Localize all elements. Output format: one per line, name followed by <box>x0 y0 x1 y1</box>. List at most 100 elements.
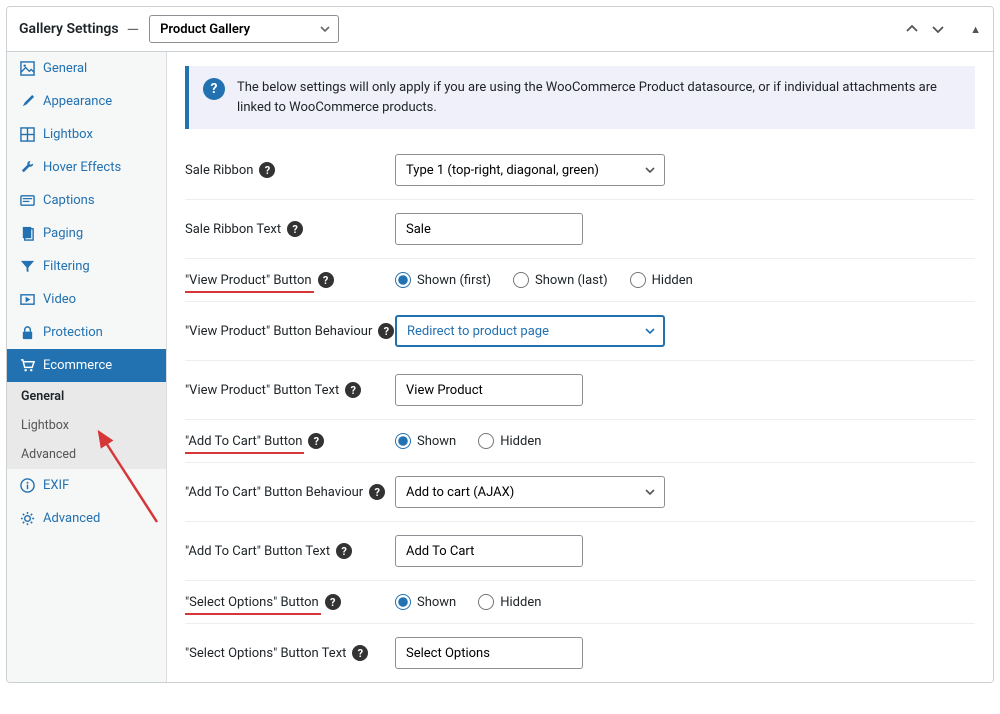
label-view-product-text: "View Product" Button Text <box>185 383 339 398</box>
row-sale-ribbon-text: Sale Ribbon Text ? <box>185 200 975 259</box>
help-icon[interactable]: ? <box>259 162 275 178</box>
label-select-options-text: "Select Options" Button Text <box>185 646 346 661</box>
sidebar-item-general[interactable]: General <box>7 52 166 85</box>
help-icon[interactable]: ? <box>336 543 352 559</box>
select-sale-ribbon[interactable]: Type 1 (top-right, diagonal, green) <box>395 154 665 186</box>
input-add-to-cart-text[interactable] <box>395 535 583 567</box>
sidebar-item-label: EXIF <box>43 478 69 493</box>
sidebar-sub-lightbox[interactable]: Lightbox <box>7 411 166 440</box>
select-add-to-cart-behaviour[interactable]: Add to cart (AJAX) <box>395 476 665 508</box>
settings-main: ? The below settings will only apply if … <box>167 52 993 682</box>
row-select-options-text: "Select Options" Button Text ? <box>185 624 975 682</box>
radio-sob-shown[interactable] <box>395 594 411 610</box>
input-view-product-text[interactable] <box>395 374 583 406</box>
sidebar-submenu: General Lightbox Advanced <box>7 382 166 469</box>
row-select-options-button: "Select Options" Button ? Shown Hidden <box>185 581 975 624</box>
label-sale-ribbon-text: Sale Ribbon Text <box>185 222 281 237</box>
pages-icon <box>19 226 35 241</box>
help-icon[interactable]: ? <box>369 484 385 500</box>
dash-icon: — <box>127 20 140 39</box>
sidebar-item-label: Hover Effects <box>43 160 121 175</box>
sidebar-item-label: Lightbox <box>43 127 93 142</box>
sidebar-item-paging[interactable]: Paging <box>7 217 166 250</box>
sidebar-item-label: Appearance <box>43 94 112 109</box>
sidebar-item-filtering[interactable]: Filtering <box>7 250 166 283</box>
wrench-icon <box>19 160 35 175</box>
grid-icon <box>19 127 35 142</box>
sidebar-item-hover-effects[interactable]: Hover Effects <box>7 151 166 184</box>
gallery-select[interactable]: Product Gallery <box>149 15 339 43</box>
help-icon[interactable]: ? <box>352 645 368 661</box>
row-view-product-behaviour: "View Product" Button Behaviour ? Redire… <box>185 302 975 361</box>
sidebar: General Appearance Lightbox Hover Effect… <box>7 52 167 682</box>
sidebar-item-label: Paging <box>43 226 83 241</box>
sidebar-item-exif[interactable]: EXIF <box>7 469 166 502</box>
chevron-up-icon[interactable] <box>902 19 922 39</box>
label-sale-ribbon: Sale Ribbon <box>185 163 253 178</box>
input-select-options-text[interactable] <box>395 637 583 669</box>
help-icon[interactable]: ? <box>308 433 324 449</box>
panel-body: General Appearance Lightbox Hover Effect… <box>7 52 993 682</box>
help-icon[interactable]: ? <box>325 594 341 610</box>
filter-icon <box>19 259 35 274</box>
info-notice: ? The below settings will only apply if … <box>185 66 975 129</box>
sidebar-item-label: Filtering <box>43 259 90 274</box>
radio-shown-last[interactable] <box>513 272 529 288</box>
radio-atc-hidden[interactable] <box>478 433 494 449</box>
sidebar-item-label: General <box>43 61 87 76</box>
sidebar-item-label: Protection <box>43 325 103 340</box>
gallery-select-input[interactable]: Product Gallery <box>149 15 339 43</box>
cart-icon <box>19 358 35 373</box>
notice-text: The below settings will only apply if yo… <box>237 78 961 117</box>
label-view-product-button: "View Product" Button <box>185 273 312 288</box>
help-icon[interactable]: ? <box>345 382 361 398</box>
sidebar-sub-general[interactable]: General <box>7 382 78 411</box>
image-icon <box>19 61 35 76</box>
help-icon[interactable]: ? <box>378 323 394 339</box>
row-add-to-cart-text: "Add To Cart" Button Text ? <box>185 522 975 581</box>
label-add-to-cart-text: "Add To Cart" Button Text <box>185 544 330 559</box>
sidebar-item-label: Ecommerce <box>43 358 112 373</box>
radio-sob-hidden[interactable] <box>478 594 494 610</box>
question-icon: ? <box>203 78 225 100</box>
radio-shown-first[interactable] <box>395 272 411 288</box>
sidebar-item-captions[interactable]: Captions <box>7 184 166 217</box>
panel-title: Gallery Settings <box>19 21 119 37</box>
panel-header: Gallery Settings — Product Gallery ▲ <box>7 7 993 52</box>
row-view-product-text: "View Product" Button Text ? <box>185 361 975 420</box>
header-controls: ▲ <box>902 19 981 39</box>
captions-icon <box>19 193 35 208</box>
label-view-product-behaviour: "View Product" Button Behaviour <box>185 324 372 339</box>
radio-hidden[interactable] <box>630 272 646 288</box>
settings-panel: Gallery Settings — Product Gallery ▲ <box>6 6 994 683</box>
sidebar-item-protection[interactable]: Protection <box>7 316 166 349</box>
input-sale-ribbon-text[interactable] <box>395 213 583 245</box>
sidebar-item-advanced[interactable]: Advanced <box>7 502 166 535</box>
gear-icon <box>19 511 35 526</box>
video-icon <box>19 292 35 307</box>
sidebar-sub-advanced[interactable]: Advanced <box>7 440 166 469</box>
collapse-toggle-icon[interactable]: ▲ <box>970 23 981 36</box>
label-add-to-cart-behaviour: "Add To Cart" Button Behaviour <box>185 485 363 500</box>
row-view-product-button: "View Product" Button ? Shown (first) Sh… <box>185 259 975 302</box>
sidebar-item-appearance[interactable]: Appearance <box>7 85 166 118</box>
sidebar-item-label: Advanced <box>43 511 100 526</box>
sidebar-item-label: Video <box>43 292 76 307</box>
sidebar-item-video[interactable]: Video <box>7 283 166 316</box>
row-add-to-cart-button: "Add To Cart" Button ? Shown Hidden <box>185 420 975 463</box>
row-add-to-cart-behaviour: "Add To Cart" Button Behaviour ? Add to … <box>185 463 975 522</box>
lock-icon <box>19 325 35 340</box>
help-icon[interactable]: ? <box>287 221 303 237</box>
radio-atc-shown[interactable] <box>395 433 411 449</box>
row-sale-ribbon: Sale Ribbon ? Type 1 (top-right, diagona… <box>185 141 975 200</box>
sidebar-item-ecommerce[interactable]: Ecommerce <box>7 349 166 382</box>
sidebar-item-lightbox[interactable]: Lightbox <box>7 118 166 151</box>
label-add-to-cart-button: "Add To Cart" Button <box>185 434 302 449</box>
sidebar-item-label: Captions <box>43 193 95 208</box>
label-select-options-button: "Select Options" Button <box>185 595 319 610</box>
help-icon[interactable]: ? <box>318 272 334 288</box>
chevron-down-icon[interactable] <box>928 19 948 39</box>
brush-icon <box>19 94 35 109</box>
select-view-product-behaviour[interactable]: Redirect to product page <box>395 315 665 347</box>
info-icon <box>19 478 35 493</box>
